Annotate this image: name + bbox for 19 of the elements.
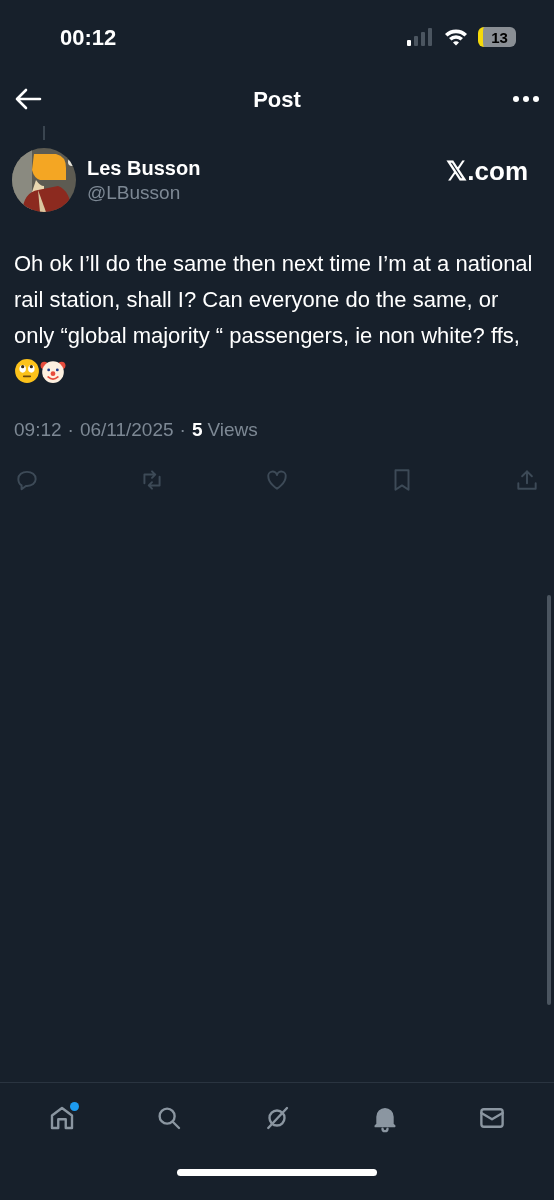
wifi-icon xyxy=(444,28,468,46)
header-title: Post xyxy=(253,85,301,114)
author-name[interactable]: Les Busson xyxy=(87,155,447,181)
post-date: 06/11/2025 xyxy=(79,418,174,442)
eye-roll-emoji-icon xyxy=(14,358,40,384)
battery-level: 13 xyxy=(491,29,508,45)
more-icon[interactable] xyxy=(512,95,540,103)
signal-icon xyxy=(406,28,434,46)
back-arrow-icon[interactable] xyxy=(14,87,42,111)
separator-dot: · xyxy=(179,418,186,442)
post-text: Oh ok I’ll do the same then next time I’m at a national rail station, shall I? Can everyone do the same, or only “global majority “ passengers, ie non white? ffs, xyxy=(14,251,533,348)
status-time: 00:12 xyxy=(60,23,117,52)
source-label: 𝕏.com xyxy=(446,155,528,188)
separator-dot: · xyxy=(67,418,74,442)
post-time: 09:12 xyxy=(14,418,62,442)
author-handle[interactable]: @LBusson xyxy=(87,180,447,205)
views-label: Views xyxy=(207,418,258,442)
views-count: 5 xyxy=(191,418,203,442)
clown-emoji-icon xyxy=(40,358,66,384)
